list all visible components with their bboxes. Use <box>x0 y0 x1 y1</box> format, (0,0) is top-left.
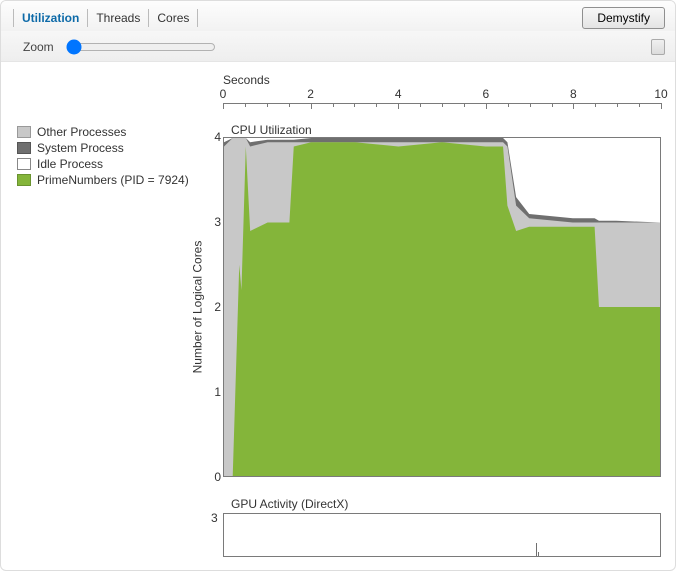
tab-cores[interactable]: Cores <box>148 9 198 27</box>
x-tick-label: 2 <box>307 87 314 101</box>
gpu-spike <box>536 543 537 556</box>
layer-prime <box>224 138 660 476</box>
tab-utilization[interactable]: Utilization <box>13 9 87 27</box>
x-tick-label: 4 <box>395 87 402 101</box>
y-tick-label: 4 <box>214 130 221 144</box>
x-tick-label: 6 <box>482 87 489 101</box>
swatch-idle-icon <box>17 158 31 170</box>
tab-threads[interactable]: Threads <box>87 9 148 27</box>
profiler-window: Utilization Threads Cores Demystify Zoom… <box>0 0 676 571</box>
legend-item-system: System Process <box>17 141 197 155</box>
top-toolbar: Utilization Threads Cores Demystify <box>1 1 675 31</box>
legend-item-idle: Idle Process <box>17 157 197 171</box>
y-tick-label: 1 <box>214 385 221 399</box>
zoom-row: Zoom <box>1 31 675 62</box>
chart-column: Seconds 0246810 CPU Utilization Number o… <box>199 67 661 570</box>
y-tick-label: 0 <box>214 470 221 484</box>
legend-item-prime: PrimeNumbers (PID = 7924) <box>17 173 197 187</box>
legend-label: System Process <box>37 141 124 155</box>
content-area: Other Processes System Process Idle Proc… <box>1 67 675 570</box>
gpu-spike <box>538 552 539 556</box>
gpu-y-tick: 3 <box>211 511 218 525</box>
zoom-slider[interactable] <box>66 39 216 55</box>
legend-label: Idle Process <box>37 157 103 171</box>
legend: Other Processes System Process Idle Proc… <box>17 125 197 189</box>
swatch-other-icon <box>17 126 31 138</box>
zoom-label: Zoom <box>23 40 54 54</box>
gpu-chart-title: GPU Activity (DirectX) <box>231 497 348 511</box>
y-axis-title: Number of Logical Cores <box>187 137 207 477</box>
scrollbar-end-cap[interactable] <box>651 39 665 55</box>
x-tick-label: 8 <box>570 87 577 101</box>
x-axis-title: Seconds <box>223 73 270 87</box>
view-tabs: Utilization Threads Cores <box>13 9 198 27</box>
chart-title: CPU Utilization <box>231 123 312 137</box>
gpu-activity-plot[interactable] <box>223 513 661 557</box>
swatch-system-icon <box>17 142 31 154</box>
demystify-button[interactable]: Demystify <box>582 7 665 29</box>
legend-label: PrimeNumbers (PID = 7924) <box>37 173 189 187</box>
y-tick-label: 2 <box>214 300 221 314</box>
legend-label: Other Processes <box>37 125 126 139</box>
y-tick-label: 3 <box>214 215 221 229</box>
cpu-utilization-plot[interactable] <box>223 137 661 477</box>
swatch-prime-icon <box>17 174 31 186</box>
legend-item-other: Other Processes <box>17 125 197 139</box>
x-tick-label: 10 <box>654 87 667 101</box>
time-ruler: 0246810 <box>223 89 661 109</box>
x-tick-label: 0 <box>220 87 227 101</box>
y-axis-ticks: 01234 <box>205 137 221 477</box>
